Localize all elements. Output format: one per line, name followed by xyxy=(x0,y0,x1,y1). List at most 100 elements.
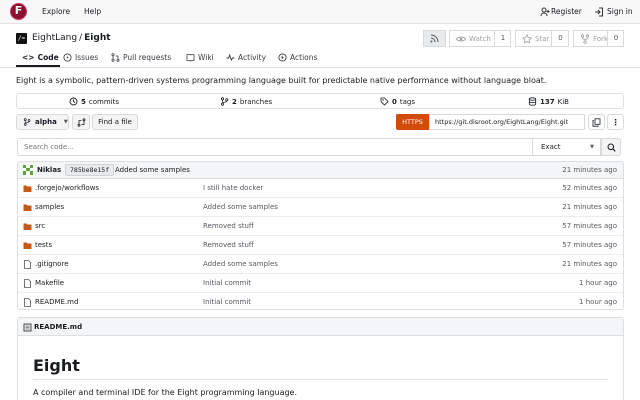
forgejo-logo[interactable]: F xyxy=(10,3,27,20)
file-commit-message[interactable]: Removed stuff xyxy=(203,222,254,230)
file-icon xyxy=(23,298,32,307)
readme-filename[interactable]: README.md xyxy=(34,323,82,331)
file-commit-message[interactable]: Initial commit xyxy=(203,279,251,287)
file-icon xyxy=(23,279,32,288)
branches-count: 2 xyxy=(232,97,237,106)
repo-description: Eight is a symbolic, pattern-driven syst… xyxy=(16,76,547,85)
repo-tabs: <> Code Issues Pull requests Wiki Activit… xyxy=(0,50,640,68)
commit-message[interactable]: Added some samples xyxy=(115,166,190,174)
nav-signin[interactable]: Sign in xyxy=(607,7,633,16)
watch-button[interactable]: Watch 1 xyxy=(449,30,511,47)
file-commit-message[interactable]: I still hate docker xyxy=(203,184,263,192)
book-icon xyxy=(23,323,32,332)
tab-wiki[interactable]: Wiki xyxy=(186,53,214,62)
kebab-icon: ⋮ xyxy=(611,117,620,127)
stat-commits[interactable]: 5 commits xyxy=(69,97,119,106)
branch-icon xyxy=(220,97,229,106)
file-name[interactable]: README.md xyxy=(35,298,78,306)
branch-name: alpha xyxy=(35,118,57,126)
file-name[interactable]: .gitignore xyxy=(35,260,69,268)
file-name[interactable]: src xyxy=(35,222,45,230)
nav-register[interactable]: Register xyxy=(551,7,582,16)
file-commit-time: 21 minutes ago xyxy=(562,260,617,268)
search-mode-dropdown[interactable]: Exact ▼ xyxy=(533,138,601,156)
file-commit-time: 1 hour ago xyxy=(579,279,617,287)
file-commit-message[interactable]: Removed stuff xyxy=(203,241,254,249)
branch-selector[interactable]: alpha ▼ xyxy=(16,114,69,130)
file-commit-message[interactable]: Initial commit xyxy=(203,298,251,306)
tab-code[interactable]: <> Code xyxy=(22,53,59,62)
compare-button[interactable] xyxy=(72,114,90,130)
tab-issues[interactable]: Issues xyxy=(63,53,98,62)
tags-count: 0 xyxy=(392,97,397,106)
code-icon: <> xyxy=(22,53,35,62)
chevron-down-icon: ▼ xyxy=(63,119,68,125)
fork-count: 0 xyxy=(607,31,624,46)
commit-author[interactable]: Niklas xyxy=(37,166,61,174)
search-mode-value: Exact xyxy=(541,143,561,151)
search-button[interactable] xyxy=(601,138,621,156)
more-options-button[interactable]: ⋮ xyxy=(607,114,624,130)
star-icon xyxy=(522,33,532,44)
table-row[interactable]: README.md Initial commit 1 hour ago xyxy=(18,293,623,312)
fork-button[interactable]: Fork 0 xyxy=(573,30,624,47)
nav-help[interactable]: Help xyxy=(84,7,101,16)
find-file-button[interactable]: Find a file xyxy=(92,114,138,130)
stat-branches[interactable]: 2 branches xyxy=(220,97,272,106)
table-row[interactable]: samples Added some samples 21 minutes ag… xyxy=(18,198,623,217)
commit-sha-button[interactable]: 785be8e15f xyxy=(65,164,115,176)
stat-tags[interactable]: 0 tags xyxy=(380,97,415,106)
watch-label: Watch xyxy=(469,34,491,43)
watch-count: 1 xyxy=(494,31,511,46)
tags-label: tags xyxy=(399,97,415,106)
file-name[interactable]: Makefile xyxy=(35,279,64,287)
compare-icon xyxy=(77,117,86,127)
commits-label: commits xyxy=(88,97,119,106)
logo-letter: F xyxy=(14,4,23,17)
rss-button[interactable] xyxy=(423,30,446,47)
search-icon xyxy=(607,143,616,152)
readme-divider xyxy=(33,379,608,380)
copy-url-button[interactable] xyxy=(588,114,605,130)
table-row[interactable]: tests Removed stuff 57 minutes ago xyxy=(18,236,623,255)
repo-name-link[interactable]: Eight xyxy=(84,33,110,43)
table-row[interactable]: Makefile Initial commit 1 hour ago xyxy=(18,274,623,293)
tab-activity-label: Activity xyxy=(238,53,267,62)
table-row[interactable]: .forgejo/workflows I still hate docker 5… xyxy=(18,179,623,198)
tab-activity[interactable]: Activity xyxy=(226,53,266,62)
file-commit-message[interactable]: Added some samples xyxy=(203,203,278,211)
clone-url-input[interactable]: https://git.disroot.org/EightLang/Eight.… xyxy=(429,114,585,130)
pulse-icon xyxy=(226,53,235,62)
branches-label: branches xyxy=(239,97,273,106)
star-button[interactable]: Star 0 xyxy=(515,30,569,47)
file-commit-message[interactable]: Added some samples xyxy=(203,260,278,268)
readme-text: A compiler and terminal IDE for the Eigh… xyxy=(33,388,298,397)
book-icon xyxy=(186,53,195,62)
file-name[interactable]: .forgejo/workflows xyxy=(35,184,99,192)
file-name[interactable]: samples xyxy=(35,203,64,211)
fork-icon xyxy=(580,33,590,44)
tab-pull-requests-label: Pull requests xyxy=(123,53,172,62)
folder-icon xyxy=(23,184,32,193)
database-icon xyxy=(528,97,537,106)
top-navbar: F Explore Help Register Sign in xyxy=(0,0,640,24)
star-count: 0 xyxy=(551,31,569,46)
play-circle-icon xyxy=(278,53,287,62)
code-search-input[interactable]: Search code... xyxy=(17,138,533,156)
history-icon xyxy=(69,97,78,106)
file-icon xyxy=(23,260,32,269)
author-avatar xyxy=(23,165,33,175)
active-tab-indicator xyxy=(16,65,60,67)
sign-in-icon xyxy=(594,7,604,17)
file-commit-time: 52 minutes ago xyxy=(562,184,617,192)
table-row[interactable]: .gitignore Added some samples 21 minutes… xyxy=(18,255,623,274)
repo-owner-link[interactable]: EightLang xyxy=(32,33,77,43)
tab-actions[interactable]: Actions xyxy=(278,53,317,62)
clone-protocol-button[interactable]: HTTPS xyxy=(396,114,429,130)
tab-pull-requests[interactable]: Pull requests xyxy=(111,53,171,62)
file-name[interactable]: tests xyxy=(35,241,52,249)
commit-time: 21 minutes ago xyxy=(562,166,617,174)
tab-wiki-label: Wiki xyxy=(198,53,214,62)
nav-explore[interactable]: Explore xyxy=(42,7,70,16)
table-row[interactable]: src Removed stuff 57 minutes ago xyxy=(18,217,623,236)
